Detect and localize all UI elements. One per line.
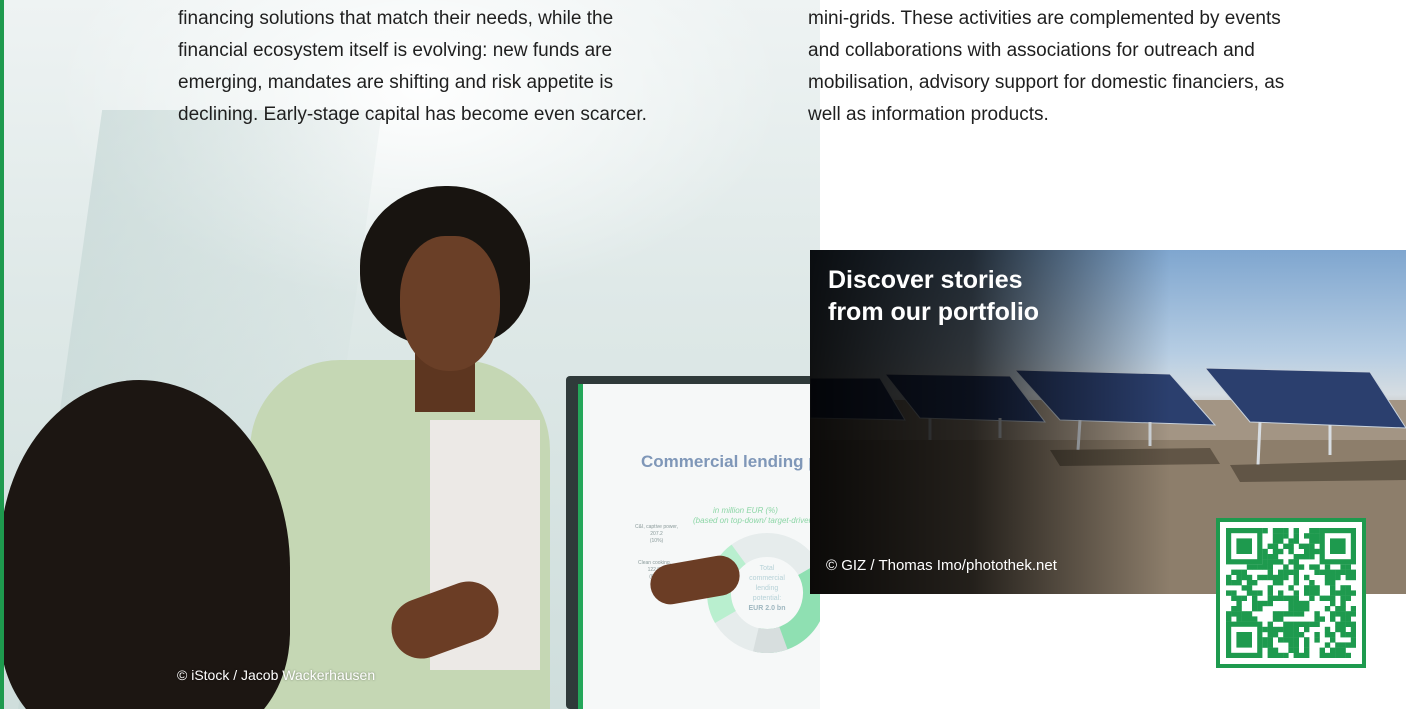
paragraph-left: financing solutions that match their nee… xyxy=(178,8,647,125)
qr-code-icon xyxy=(1226,528,1356,658)
screen-chart-unit: in million EUR (%) xyxy=(713,506,778,515)
body-text-left-column: financing solutions that match their nee… xyxy=(178,3,758,131)
screen-note-ci: C&I, captive power, 207.2 (10%) xyxy=(635,524,679,544)
screen-chart-subtitle: (based on top-down/ target-driven a xyxy=(693,516,820,525)
screen-chart-title: Commercial lending p xyxy=(641,452,819,471)
presentation-screen: Commercial lending p in million EUR (%) … xyxy=(566,376,820,709)
paragraph-right: mini-grids. These activities are complem… xyxy=(808,8,1285,125)
brochure-page: Commercial lending p in million EUR (%) … xyxy=(0,0,1406,709)
presenter-face xyxy=(400,236,500,371)
photo-credit-giz: © GIZ / Thomas Imo/photothek.net xyxy=(826,557,1057,574)
portfolio-card-title: Discover stories from our portfolio xyxy=(828,266,1040,326)
photo-credit-istock: © iStock / Jacob Wackerhausen xyxy=(177,667,376,683)
qr-code[interactable] xyxy=(1216,518,1366,668)
donut-center-label: Total commercial lending potential: EUR … xyxy=(748,565,786,612)
left-accent-bar xyxy=(0,0,4,709)
body-text-right-column: mini-grids. These activities are complem… xyxy=(808,3,1398,131)
